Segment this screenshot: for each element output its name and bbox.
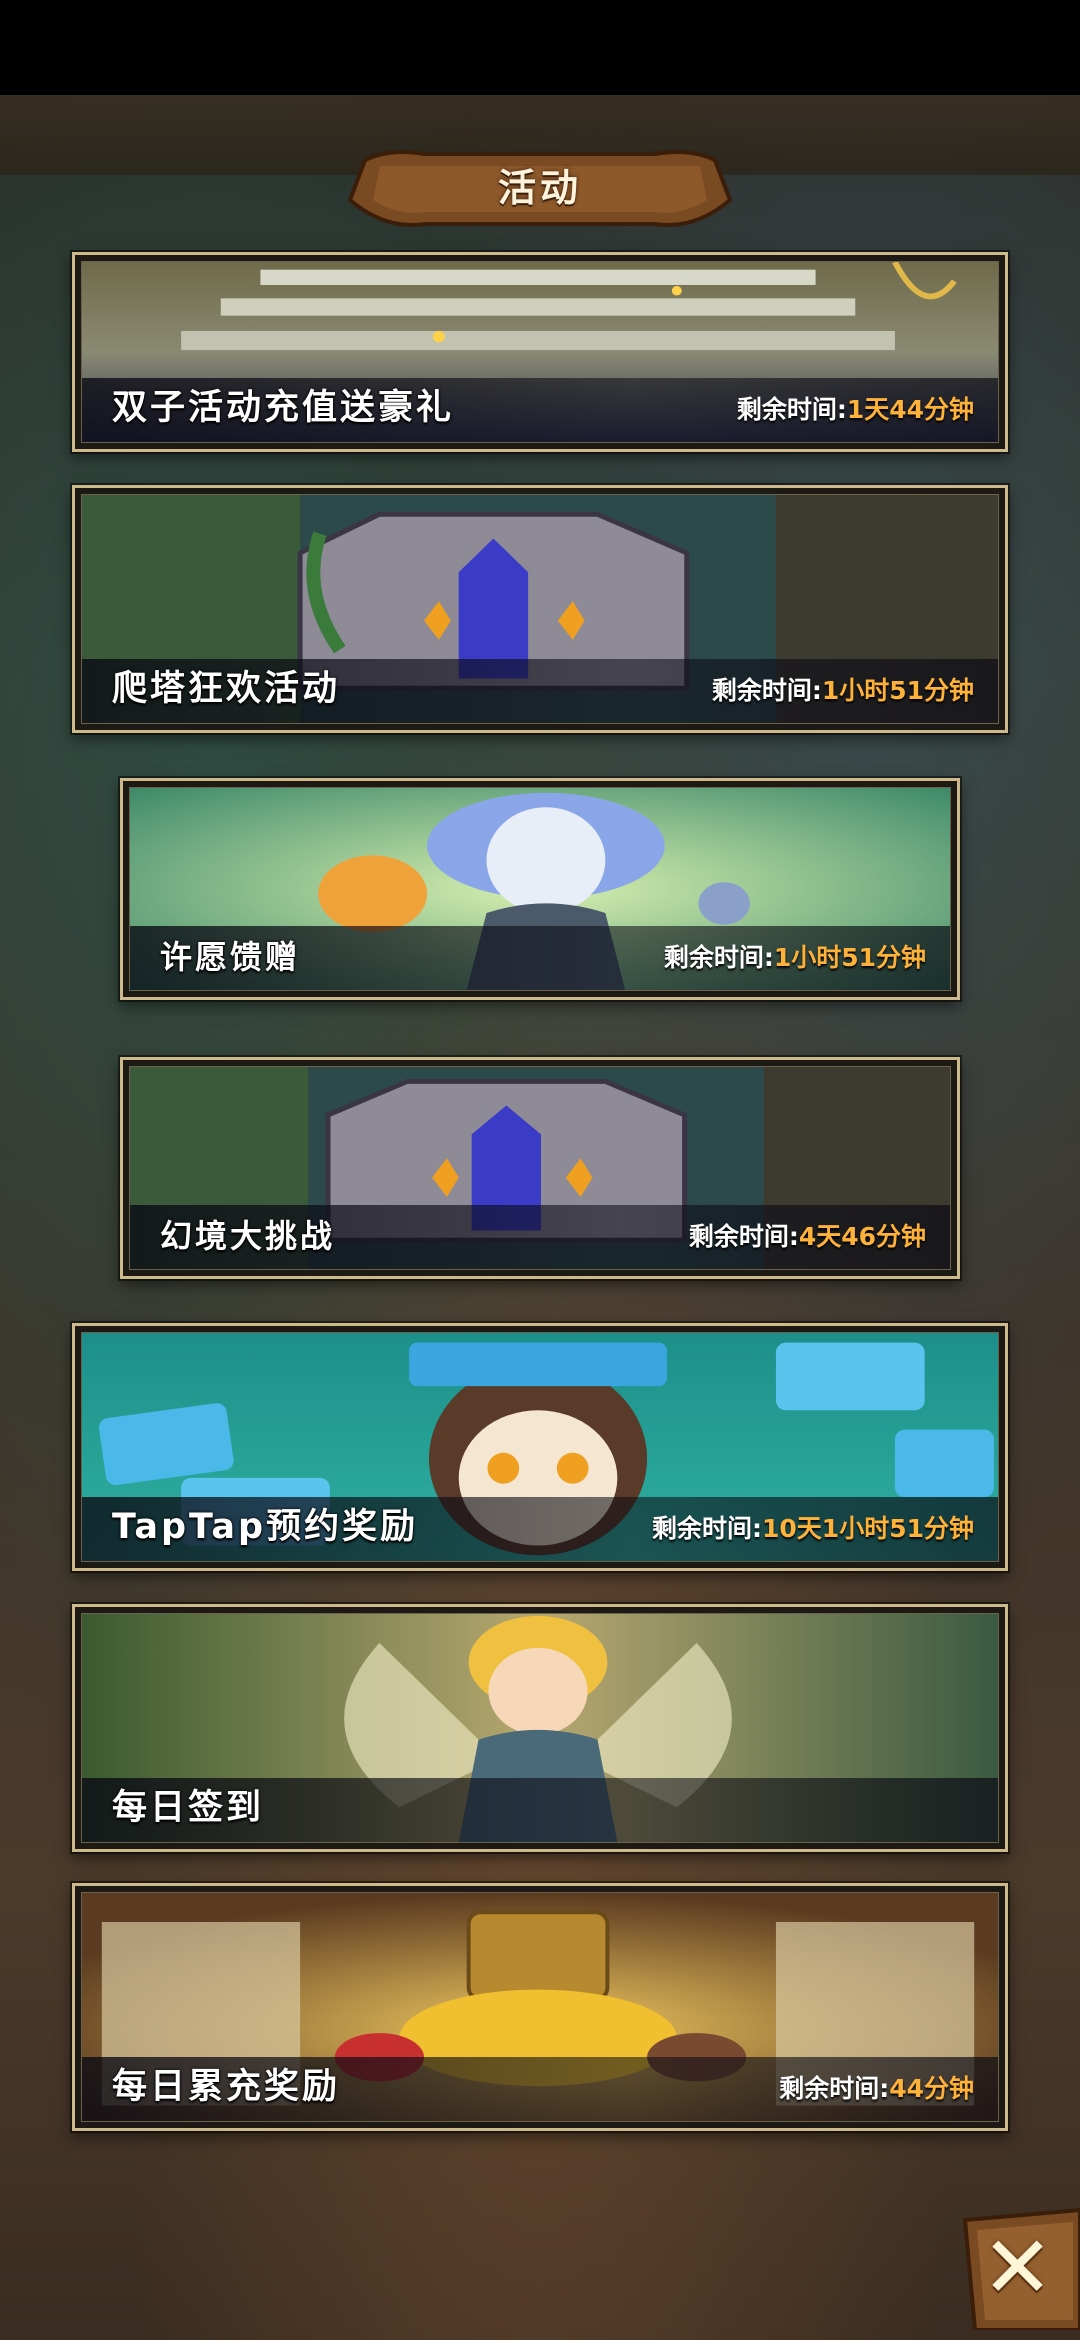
event-timer: 剩余时间:1小时51分钟	[663, 943, 926, 972]
event-timer: 剩余时间:10天1小时51分钟	[652, 1514, 974, 1543]
event-name: 幻境大挑战	[160, 1217, 336, 1255]
event-card-tower-carnival[interactable]: 爬塔狂欢活动 剩余时间:1小时51分钟	[72, 485, 1008, 733]
event-card-dreamland-challenge[interactable]: 幻境大挑战 剩余时间:4天46分钟	[120, 1057, 960, 1279]
event-card-taptap-reservation[interactable]: TapTap预约奖励 剩余时间:10天1小时51分钟	[72, 1323, 1008, 1571]
page-title: 活动	[497, 165, 582, 210]
event-card-wish-gift[interactable]: 许愿馈赠 剩余时间:1小时51分钟	[120, 778, 960, 1000]
event-name: 每日签到	[112, 1788, 265, 1828]
event-timer: 剩余时间:4天46分钟	[688, 1222, 926, 1251]
event-card-daily-checkin[interactable]: 每日签到	[72, 1604, 1008, 1852]
event-name: TapTap预约奖励	[112, 1507, 419, 1547]
status-bar	[0, 0, 1080, 95]
event-name: 双子活动充值送豪礼	[112, 388, 455, 428]
event-card-daily-recharge-reward[interactable]: 每日累充奖励 剩余时间:44分钟	[72, 1883, 1008, 2131]
title-plaque: 活动	[335, 140, 745, 240]
event-name: 爬塔狂欢活动	[112, 669, 341, 709]
event-timer: 剩余时间:1天44分钟	[736, 395, 974, 424]
close-icon: ✕	[981, 2217, 1054, 2318]
event-timer: 剩余时间:1小时51分钟	[711, 676, 974, 705]
event-name: 许愿馈赠	[160, 938, 301, 976]
event-card-gemini-recharge[interactable]: 双子活动充值送豪礼 剩余时间:1天44分钟	[72, 252, 1008, 452]
event-name: 每日累充奖励	[112, 2067, 341, 2107]
event-timer: 剩余时间:44分钟	[779, 2074, 974, 2103]
close-button[interactable]: ✕	[955, 2205, 1080, 2332]
